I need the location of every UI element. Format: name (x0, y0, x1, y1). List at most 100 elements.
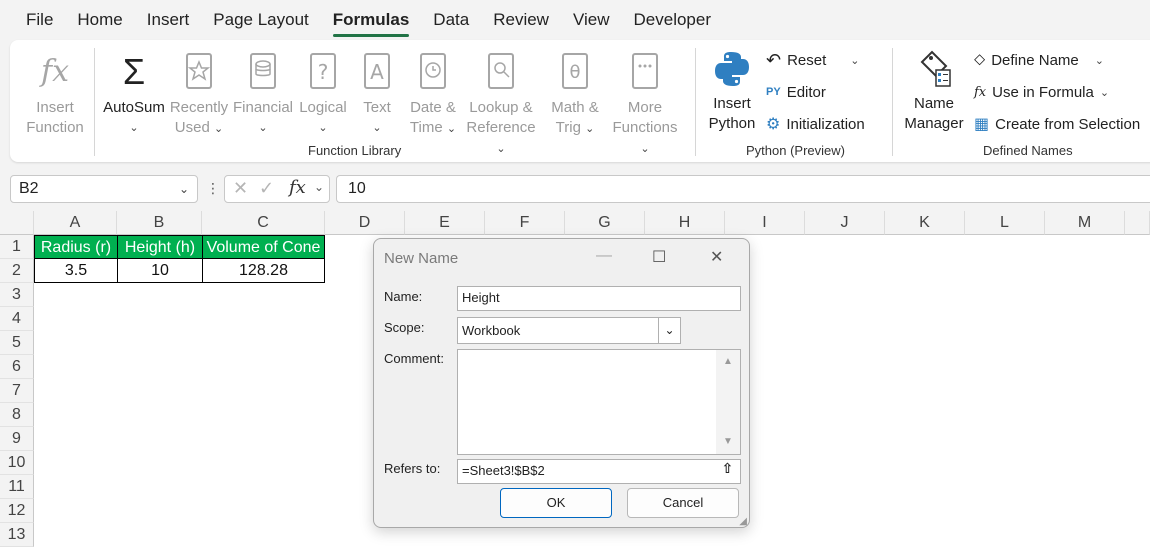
table-icon: ▦ (974, 116, 990, 133)
cell-b1[interactable]: Height (h) (117, 235, 203, 259)
chevron-down-icon[interactable]: ⌄ (314, 180, 324, 194)
menu-formulas[interactable]: Formulas (321, 0, 422, 40)
create-from-selection-button[interactable]: ▦ Create from Selection (974, 112, 1140, 136)
chevron-down-icon[interactable]: ⌄ (850, 54, 859, 67)
menu-data[interactable]: Data (421, 0, 481, 40)
cancel-button[interactable]: Cancel (627, 488, 739, 518)
row-header-6[interactable]: 6 (0, 355, 34, 379)
column-header-g[interactable]: G (565, 211, 645, 235)
chevron-down-icon[interactable]: ⌄ (658, 318, 680, 343)
column-header-b[interactable]: B (117, 211, 202, 235)
name-field[interactable]: Height (457, 286, 741, 311)
collapse-dialog-icon[interactable]: ⇧ (715, 460, 740, 483)
column-header-i[interactable]: I (725, 211, 805, 235)
menu-page-layout[interactable]: Page Layout (201, 0, 320, 40)
chevron-down-icon: ⌄ (129, 122, 139, 134)
name-box[interactable]: B2 ⌄ (10, 175, 198, 203)
menu-developer[interactable]: Developer (622, 0, 724, 40)
refers-to-field[interactable]: =Sheet3!$B$2 (457, 459, 741, 484)
menu-view[interactable]: View (561, 0, 622, 40)
row-header-2[interactable]: 2 (0, 259, 34, 283)
sigma-icon: Σ (122, 51, 146, 92)
insert-python-button[interactable]: Insert Python (704, 48, 760, 134)
insert-python-label-1: Insert (713, 95, 751, 112)
row-header-1[interactable]: 1 (0, 235, 34, 259)
date-time-label-2: Time (409, 119, 443, 136)
menu-file[interactable]: File (0, 0, 65, 40)
scroll-up-icon[interactable]: ▲ (723, 356, 733, 367)
cell-b2[interactable]: 10 (117, 258, 203, 283)
row-header-9[interactable]: 9 (0, 427, 34, 451)
ok-button[interactable]: OK (500, 488, 612, 518)
column-header-j[interactable]: J (805, 211, 885, 235)
column-header-h[interactable]: H (645, 211, 725, 235)
minimize-icon[interactable]: — (596, 247, 612, 265)
row-header-11[interactable]: 11 (0, 475, 34, 499)
define-name-label: Define Name (991, 51, 1079, 69)
formula-bar: B2 ⌄ ⋮ ✕ ✓ fx ⌄ 10 (0, 172, 1150, 206)
text-button[interactable]: A Text ⌄ (356, 52, 398, 138)
column-header-e[interactable]: E (405, 211, 485, 235)
menu-insert[interactable]: Insert (135, 0, 202, 40)
maximize-icon[interactable]: ☐ (652, 247, 666, 267)
row-header-7[interactable]: 7 (0, 379, 34, 403)
column-header-m[interactable]: M (1045, 211, 1125, 235)
menu-home[interactable]: Home (65, 0, 134, 40)
name-manager-button[interactable]: Name Manager (900, 48, 968, 134)
row-header-4[interactable]: 4 (0, 307, 34, 331)
settings-doc-icon: ⚙ (766, 116, 781, 133)
comment-scrollbar[interactable]: ▲ ▼ (716, 350, 740, 454)
row-header-13[interactable]: 13 (0, 523, 34, 547)
more-functions-button[interactable]: More Functions ⌄ (606, 52, 684, 159)
insert-function-label-2: Function (26, 119, 84, 136)
select-all-corner[interactable] (0, 211, 34, 235)
column-header-a[interactable]: A (34, 211, 117, 235)
column-header-n[interactable] (1125, 211, 1150, 235)
recently-used-button[interactable]: Recently Used ⌄ (168, 52, 230, 139)
insert-function-button[interactable]: fx Insert Function (24, 52, 86, 138)
column-header-c[interactable]: C (202, 211, 325, 235)
financial-label: Financial (232, 99, 294, 116)
cell-a2[interactable]: 3.5 (34, 258, 118, 283)
row-header-12[interactable]: 12 (0, 499, 34, 523)
cell-c2[interactable]: 128.28 (202, 258, 325, 283)
formula-input[interactable]: 10 (336, 175, 1150, 203)
editor-button[interactable]: PY Editor (766, 80, 826, 104)
row-header-10[interactable]: 10 (0, 451, 34, 475)
chevron-down-icon[interactable]: ⌄ (179, 176, 189, 202)
resize-grip-icon[interactable]: ◢ (739, 516, 747, 527)
scroll-down-icon[interactable]: ▼ (723, 436, 733, 447)
initialization-button[interactable]: ⚙ Initialization (766, 112, 865, 136)
python-group-label: Python (Preview) (746, 143, 845, 158)
row-header-5[interactable]: 5 (0, 331, 34, 355)
menu-review[interactable]: Review (481, 0, 561, 40)
date-time-button[interactable]: Date & Time ⌄ (402, 52, 464, 139)
column-header-d[interactable]: D (325, 211, 405, 235)
column-header-l[interactable]: L (965, 211, 1045, 235)
chevron-down-icon: ⌄ (496, 143, 506, 155)
check-icon[interactable]: ✓ (259, 178, 274, 199)
lookup-reference-button[interactable]: Lookup & Reference ⌄ (462, 52, 540, 159)
cancel-icon[interactable]: ✕ (233, 178, 248, 199)
editor-label: Editor (786, 83, 826, 101)
comment-textarea[interactable] (457, 349, 741, 455)
reset-button[interactable]: ↶ Reset ⌄ (766, 48, 860, 72)
cell-c1[interactable]: Volume of Cone (202, 235, 325, 259)
chevron-down-icon[interactable]: ⌄ (1095, 54, 1104, 67)
logical-button[interactable]: ? Logical ⌄ (292, 52, 354, 138)
close-icon[interactable]: ✕ (710, 247, 723, 267)
row-header-8[interactable]: 8 (0, 403, 34, 427)
scope-select[interactable]: Workbook ⌄ (457, 317, 681, 344)
column-header-f[interactable]: F (485, 211, 565, 235)
define-name-button[interactable]: ⬦ Define Name ⌄ (974, 48, 1104, 72)
column-header-k[interactable]: K (885, 211, 965, 235)
more-options-icon[interactable]: ⋮ (206, 180, 220, 197)
fx-icon[interactable]: fx (289, 177, 306, 198)
math-trig-button[interactable]: θ Math & Trig ⌄ (544, 52, 606, 139)
row-header-3[interactable]: 3 (0, 283, 34, 307)
tag-list-icon (900, 48, 968, 90)
use-in-formula-button[interactable]: fx Use in Formula ⌄ (974, 80, 1109, 104)
cell-a1[interactable]: Radius (r) (34, 235, 118, 259)
financial-button[interactable]: Financial ⌄ (232, 52, 294, 138)
autosum-button[interactable]: Σ AutoSum ⌄ (100, 52, 168, 138)
